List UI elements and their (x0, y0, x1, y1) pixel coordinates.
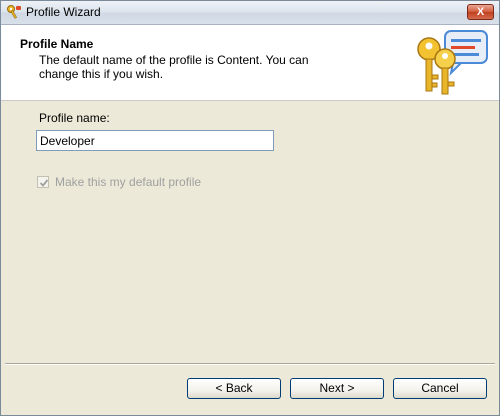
page-description: The default name of the profile is Conte… (39, 53, 309, 81)
close-button[interactable]: X (467, 4, 494, 20)
default-profile-checkbox-row[interactable]: Make this my default profile (37, 174, 201, 190)
back-button[interactable]: < Back (187, 378, 281, 399)
wizard-header: Profile Name The default name of the pro… (1, 25, 499, 101)
close-icon: X (476, 6, 485, 18)
checkmark-icon (39, 179, 49, 187)
page-title: Profile Name (20, 37, 94, 51)
footer-separator (5, 363, 495, 365)
next-button[interactable]: Next > (290, 378, 384, 399)
profile-name-label: Profile name: (39, 111, 110, 125)
window-title: Profile Wizard (26, 5, 101, 19)
keys-speech-bubble-icon (413, 27, 491, 99)
title-bar[interactable]: Profile Wizard X (1, 1, 499, 25)
cancel-button[interactable]: Cancel (393, 378, 487, 399)
profile-wizard-window: Profile Wizard X Profile Name The defaul… (0, 0, 500, 416)
profile-name-input[interactable] (36, 130, 274, 151)
keys-icon (6, 4, 22, 20)
default-profile-checkbox-label: Make this my default profile (55, 175, 202, 189)
default-profile-checkbox[interactable] (37, 176, 49, 188)
